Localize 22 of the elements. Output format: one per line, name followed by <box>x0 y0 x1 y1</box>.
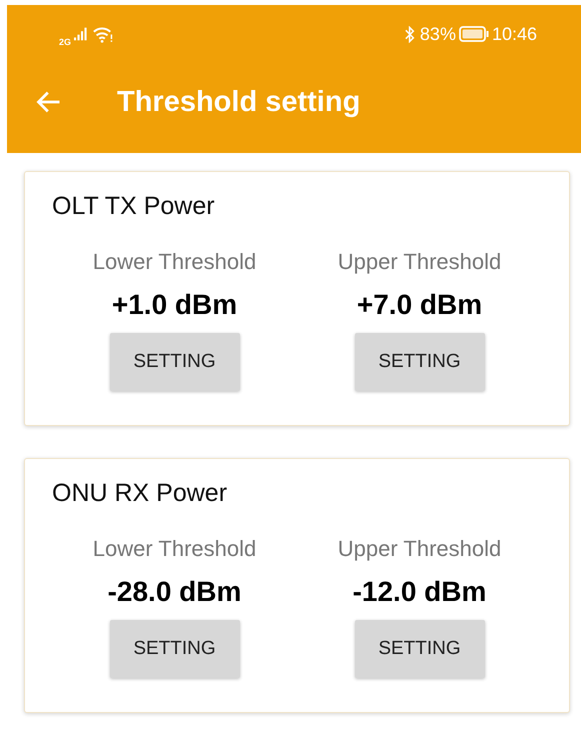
network-type: 2G <box>59 37 72 47</box>
screen-title: Threshold setting <box>117 86 360 118</box>
threshold-label: Lower Threshold <box>92 249 256 275</box>
setting-button[interactable]: SETTING <box>354 620 484 678</box>
threshold-value: +1.0 dBm <box>112 289 238 321</box>
threshold-label: Upper Threshold <box>338 536 502 562</box>
wifi-icon <box>93 26 114 42</box>
card-title: OLT TX Power <box>52 192 215 221</box>
threshold-value: -28.0 dBm <box>108 576 242 608</box>
threshold-value: -12.0 dBm <box>352 576 486 608</box>
clock: 10:46 <box>492 24 537 44</box>
threshold-value: +7.0 dBm <box>356 289 482 321</box>
bluetooth-icon <box>404 26 415 42</box>
setting-button[interactable]: SETTING <box>110 620 240 678</box>
threshold-label: Lower Threshold <box>92 536 256 562</box>
card-title: ONU RX Power <box>52 479 228 508</box>
battery-percent: 83% <box>420 24 456 44</box>
threshold-label: Upper Threshold <box>338 249 502 275</box>
setting-button[interactable]: SETTING <box>354 333 484 391</box>
setting-button[interactable]: SETTING <box>110 333 240 391</box>
signal-icon <box>74 27 88 41</box>
battery-icon <box>458 26 489 42</box>
